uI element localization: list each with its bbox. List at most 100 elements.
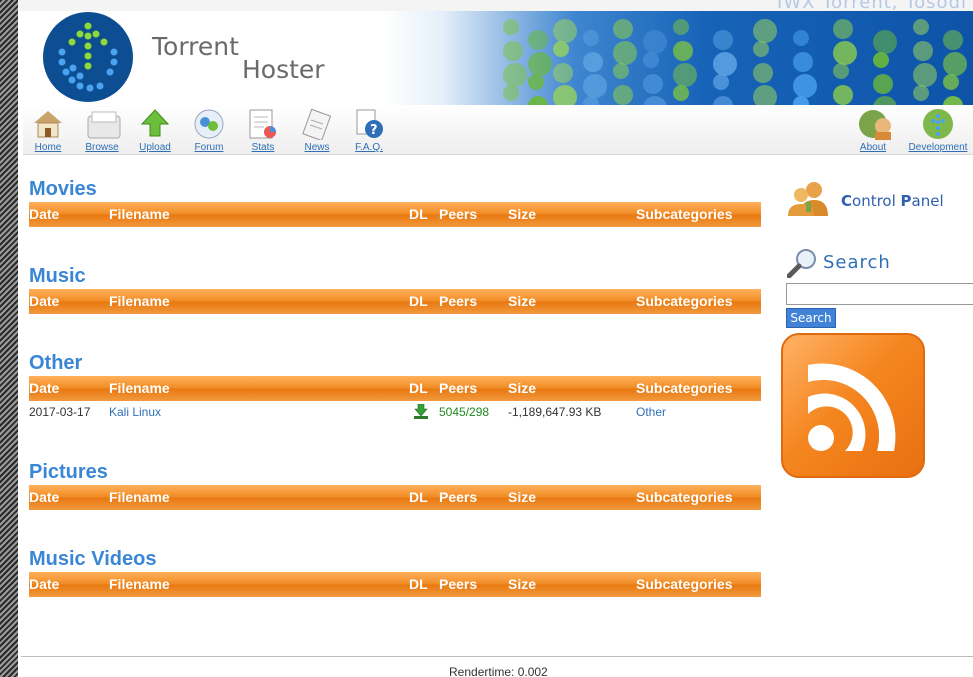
banner-dot <box>753 41 769 57</box>
category-title: Other <box>29 352 83 374</box>
search-title: Search <box>823 252 891 273</box>
banner-dot <box>613 85 633 105</box>
col-filename[interactable]: Filename <box>109 202 170 227</box>
search-button[interactable]: Search <box>786 308 836 328</box>
category-music-videos: Music Videos Date Filename DL Peers Size… <box>29 546 761 606</box>
banner-dot <box>643 52 659 68</box>
table-header: Date Filename DL Peers Size Subcategorie… <box>29 485 761 510</box>
banner-dot <box>528 30 548 50</box>
col-date[interactable]: Date <box>29 202 59 227</box>
col-size[interactable]: Size <box>508 572 536 597</box>
col-size[interactable]: Size <box>508 202 536 227</box>
site-logo-icon[interactable] <box>43 12 133 102</box>
col-date[interactable]: Date <box>29 572 59 597</box>
banner-dot <box>913 41 933 61</box>
col-dl: DL <box>409 206 428 222</box>
col-dl: DL <box>409 293 428 309</box>
banner-dot <box>613 63 629 79</box>
banner-dot <box>528 52 552 76</box>
banner-dot <box>613 19 633 39</box>
browse-icon <box>86 108 121 140</box>
nav-upload[interactable]: Upload <box>131 108 179 153</box>
rss-feed-icon[interactable] <box>781 333 925 478</box>
col-size[interactable]: Size <box>508 376 536 401</box>
col-date[interactable]: Date <box>29 376 59 401</box>
torrent-size: -1,189,647.93 KB <box>508 405 602 419</box>
col-subcategories: Subcategories <box>636 489 733 505</box>
news-icon <box>301 108 333 142</box>
banner-dot <box>793 74 817 98</box>
nav-about[interactable]: About <box>849 108 897 153</box>
col-peers[interactable]: Peers <box>439 289 477 314</box>
banner-dot <box>913 19 929 35</box>
nav-news[interactable]: News <box>293 108 341 153</box>
site-title-line2: Hoster <box>242 55 325 84</box>
col-subcategories: Subcategories <box>636 206 733 222</box>
development-icon <box>922 108 954 140</box>
col-dl: DL <box>409 380 428 396</box>
col-size[interactable]: Size <box>508 485 536 510</box>
col-peers[interactable]: Peers <box>439 485 477 510</box>
nav-forum[interactable]: Forum <box>185 108 233 153</box>
search-input[interactable] <box>786 283 973 305</box>
col-filename[interactable]: Filename <box>109 289 170 314</box>
torrent-peers: 5045/298 <box>439 405 490 419</box>
control-panel-users-icon[interactable] <box>786 180 832 216</box>
nav-news-label[interactable]: News <box>293 142 341 153</box>
torrent-listing: Movies Date Filename DL Peers Size Subca… <box>29 176 761 606</box>
banner-dot <box>583 96 599 105</box>
download-icon[interactable] <box>413 403 429 423</box>
banner-dot <box>583 30 599 46</box>
banner-dot <box>713 74 729 90</box>
nav-forum-label[interactable]: Forum <box>185 142 233 153</box>
nav-faq-label[interactable]: F.A.Q. <box>345 142 393 153</box>
rendertime-text: Rendertime: 0.002 <box>449 665 548 677</box>
banner-dot <box>528 74 544 90</box>
col-date[interactable]: Date <box>29 485 59 510</box>
stats-icon <box>247 108 279 140</box>
nav-browse[interactable]: Browse <box>78 108 126 153</box>
col-filename[interactable]: Filename <box>109 572 170 597</box>
nav-upload-label[interactable]: Upload <box>131 142 179 153</box>
category-other: Other Date Filename DL Peers Size Subcat… <box>29 350 761 459</box>
banner-dot <box>943 96 963 105</box>
banner-dot <box>673 41 693 61</box>
control-panel-text-c: C <box>841 192 853 210</box>
nav-stats[interactable]: Stats <box>239 108 287 153</box>
control-panel-link[interactable]: Control Panel <box>841 192 944 210</box>
banner-dot <box>753 63 773 83</box>
nav-development-label[interactable]: Development <box>905 142 971 153</box>
col-peers[interactable]: Peers <box>439 202 477 227</box>
col-filename[interactable]: Filename <box>109 376 170 401</box>
nav-browse-label[interactable]: Browse <box>78 142 126 153</box>
category-title: Pictures <box>29 461 108 483</box>
banner-dot <box>943 74 959 90</box>
banner-dot <box>873 30 897 54</box>
nav-home-label[interactable]: Home <box>24 142 72 153</box>
category-music: Music Date Filename DL Peers Size Subcat… <box>29 263 761 350</box>
banner-dot <box>673 85 689 101</box>
control-panel-text-anel: anel <box>911 192 944 210</box>
table-row: 2017-03-17 Kali Linux 5045/298 -1,189,64… <box>29 401 761 423</box>
nav-development[interactable]: Development <box>905 108 971 153</box>
banner-dot <box>503 41 523 61</box>
col-filename[interactable]: Filename <box>109 485 170 510</box>
left-decorative-strip <box>0 0 18 677</box>
torrent-filename-link[interactable]: Kali Linux <box>109 405 161 419</box>
col-peers[interactable]: Peers <box>439 572 477 597</box>
banner-dot <box>643 96 667 105</box>
banner-dot <box>503 63 527 87</box>
banner-dot <box>793 96 809 105</box>
category-title: Movies <box>29 178 97 200</box>
banner-dot <box>873 52 889 68</box>
col-date[interactable]: Date <box>29 289 59 314</box>
banner-dot <box>583 52 603 72</box>
nav-about-label[interactable]: About <box>849 142 897 153</box>
banner-dot <box>673 63 697 87</box>
col-size[interactable]: Size <box>508 289 536 314</box>
nav-home[interactable]: Home <box>24 108 72 153</box>
col-peers[interactable]: Peers <box>439 376 477 401</box>
nav-stats-label[interactable]: Stats <box>239 142 287 153</box>
torrent-subcategory-link[interactable]: Other <box>636 405 666 419</box>
nav-faq[interactable]: ? F.A.Q. <box>345 108 393 153</box>
